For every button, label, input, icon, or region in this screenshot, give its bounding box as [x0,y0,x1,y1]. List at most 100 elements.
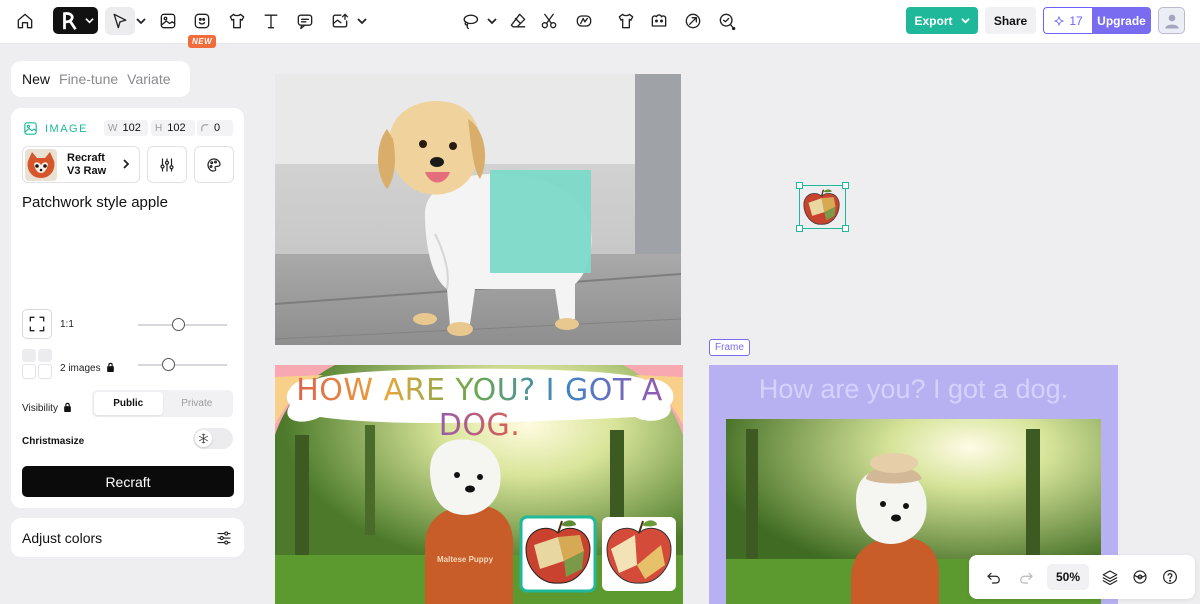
sparkle-icon [1054,15,1064,26]
tab-new[interactable]: New [22,71,50,87]
adjust-sliders-icon [217,530,231,545]
corner-radius-field[interactable]: 0 [197,120,233,136]
help-icon[interactable] [1157,564,1183,590]
chevron-down-icon [85,18,94,24]
image-section-header: IMAGE [22,120,88,137]
logo-menu-button[interactable] [53,7,98,34]
comment-icon[interactable] [290,7,320,35]
remove-bg-icon[interactable] [644,7,674,35]
top-toolbar: NEW Export Share 17 Upgrade [0,0,1200,48]
height-field[interactable]: H 102 [151,120,195,136]
image-count-label: 2 images [60,362,101,374]
visibility-row: Visibility [22,399,72,417]
resize-handle-top-right[interactable] [842,182,849,189]
image-icon[interactable] [153,7,183,35]
credits-button[interactable]: 17 [1043,7,1092,34]
image-count-icon [22,349,52,379]
dog-greeting-card[interactable]: HOW ARE YOU? I GOT A DOG. Maltese Puppy [275,365,683,604]
avatar[interactable] [1158,7,1185,34]
creative-upscale-icon[interactable] [678,7,708,35]
christmasize-toggle[interactable] [193,428,233,449]
puppy-hoodie-image[interactable] [275,74,681,345]
christmasize-label: Christmasize [22,436,85,447]
aspect-ratio-label: 1:1 [60,318,74,330]
aspect-ratio-row: 1:1 [22,309,74,339]
lasso-icon[interactable] [455,7,485,35]
lock-icon [106,359,115,377]
slider-knob[interactable] [172,318,185,331]
image-count-row: 2 images [60,359,115,377]
eraser-icon[interactable] [503,7,533,35]
visibility-label: Visibility [22,402,58,414]
credits-count: 17 [1069,13,1083,28]
share-button[interactable]: Share [985,7,1036,34]
lock-icon [63,399,72,417]
sliders-icon [160,157,174,172]
height-value: 102 [167,122,186,134]
selected-apple-image[interactable] [796,182,849,232]
style-button[interactable] [194,146,234,183]
zoom-controls: 50% [969,555,1195,599]
chevron-down-icon[interactable] [487,14,497,28]
settings-sliders-button[interactable] [147,146,187,183]
style-palette-icon[interactable] [1127,564,1153,590]
select-arrow-icon[interactable] [105,7,135,35]
visibility-toggle: Public Private [92,390,233,417]
frame-label[interactable]: Frame [709,339,750,356]
recraft-button[interactable]: Recraft [22,466,234,497]
text-icon[interactable] [256,7,286,35]
zoom-level[interactable]: 50% [1047,564,1089,590]
prompt-input[interactable]: Patchwork style apple [22,194,232,211]
logo-icon [63,11,77,30]
sticker-icon[interactable] [187,7,217,35]
layers-icon[interactable] [1097,564,1123,590]
corner-radius-value: 0 [214,122,221,134]
palette-icon [207,157,221,172]
model-selector[interactable]: Recraft V3 Raw [22,146,140,183]
chevron-right-icon [121,156,131,174]
image-settings-panel: IMAGE W 102 H 102 0 Recraft V3 Raw Patch… [11,108,244,508]
chevron-down-icon [960,18,970,24]
scissors-icon[interactable] [534,7,564,35]
slider-knob[interactable] [162,358,175,371]
adjust-colors-panel[interactable]: Adjust colors [11,518,244,557]
corner-radius-icon [201,124,209,132]
export-label: Export [914,13,953,28]
aspect-ratio-slider[interactable] [138,318,227,331]
chevron-down-icon[interactable] [136,14,146,28]
mode-tabs: New Fine-tune Variate [11,61,190,97]
user-icon [1164,14,1179,28]
width-field[interactable]: W 102 [104,120,148,136]
home-icon[interactable] [10,7,40,35]
tab-fine-tune[interactable]: Fine-tune [59,71,118,87]
redo-icon[interactable] [1013,564,1039,590]
vectorize-icon[interactable] [569,7,599,35]
new-badge: NEW [188,35,217,48]
resize-handle-bottom-right[interactable] [842,225,849,232]
resize-handle-top-left[interactable] [796,182,803,189]
model-thumbnail [25,148,57,181]
aspect-ratio-button[interactable] [22,309,52,339]
image-count-slider[interactable] [138,358,227,371]
aspect-ratio-icon [29,316,45,332]
snowflake-icon [195,430,212,447]
section-label: IMAGE [45,122,88,135]
width-value: 102 [122,122,141,134]
upload-image-icon[interactable] [325,7,355,35]
inpaint-icon[interactable] [712,7,742,35]
card-title: HOW ARE YOU? I GOT A DOG. [296,373,663,443]
model-name: Recraft V3 Raw [67,151,107,177]
visibility-private[interactable]: Private [163,392,232,415]
image-icon [24,122,37,135]
undo-icon[interactable] [981,564,1007,590]
visibility-public[interactable]: Public [94,392,163,415]
chevron-down-icon[interactable] [357,14,367,28]
export-button[interactable]: Export [906,7,978,34]
width-label: W [108,122,118,134]
tab-variate[interactable]: Variate [127,71,170,87]
resize-handle-bottom-left[interactable] [796,225,803,232]
upgrade-button[interactable]: Upgrade [1092,7,1151,34]
height-label: H [155,122,163,134]
tshirt-icon[interactable] [222,7,252,35]
mockup-icon[interactable] [611,7,641,35]
